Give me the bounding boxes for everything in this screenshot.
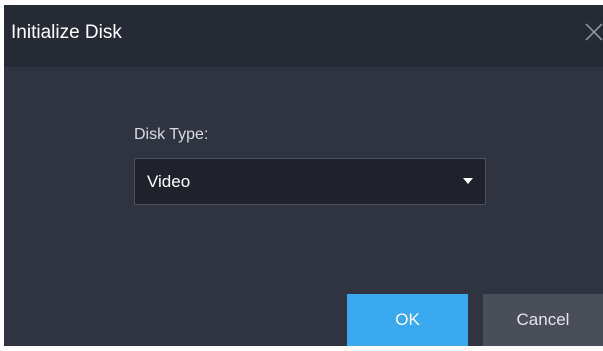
ok-button[interactable]: OK bbox=[347, 294, 468, 346]
dialog-titlebar: Initialize Disk bbox=[4, 5, 603, 67]
caret-down-icon bbox=[463, 178, 473, 184]
disk-type-label: Disk Type: bbox=[134, 126, 209, 143]
close-icon bbox=[585, 23, 603, 41]
cancel-button[interactable]: Cancel bbox=[483, 294, 603, 346]
disk-type-select[interactable]: Video bbox=[134, 158, 486, 205]
disk-type-selected-value: Video bbox=[147, 172, 191, 191]
initialize-disk-dialog: Initialize Disk Disk Type: Video OK Canc… bbox=[4, 5, 603, 346]
close-button[interactable] bbox=[578, 15, 603, 45]
dialog-title: Initialize Disk bbox=[11, 22, 122, 43]
